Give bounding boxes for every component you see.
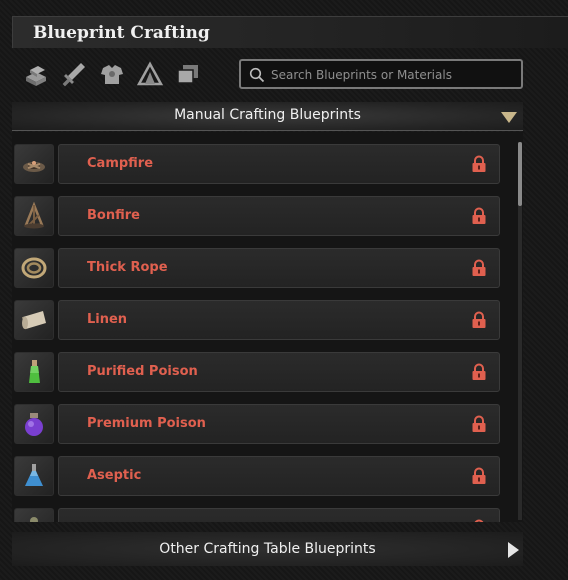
search-input[interactable] (269, 63, 519, 87)
lock-icon (472, 415, 486, 432)
blueprint-item-name: Campfire (87, 156, 154, 171)
armor-icon[interactable] (96, 58, 128, 90)
blueprint-item-purified-poison[interactable]: Purified Poison (14, 352, 504, 392)
rope-icon (14, 248, 54, 288)
expand-arrow-icon[interactable] (508, 542, 519, 558)
manual-crafting-section-label: Manual Crafting Blueprints (174, 107, 361, 123)
linen-icon (14, 300, 54, 340)
structures-icon[interactable] (172, 58, 204, 90)
premium-poison-icon (14, 404, 54, 444)
blueprint-item-name: Linen (87, 312, 128, 327)
item-icon (14, 508, 54, 522)
bonfire-icon (14, 196, 54, 236)
tent-icon[interactable] (134, 58, 166, 90)
aseptic-icon (14, 456, 54, 496)
purified-poison-icon (14, 352, 54, 392)
search-icon (249, 67, 265, 83)
blueprint-item-bar[interactable]: Aseptic (58, 456, 500, 496)
weapons-icon[interactable] (58, 58, 90, 90)
lock-icon (472, 207, 486, 224)
blueprint-item-name: Premium Poison (87, 416, 206, 431)
scrollbar-thumb[interactable] (518, 142, 522, 206)
blueprint-item-aseptic[interactable]: Aseptic (14, 456, 504, 496)
materials-icon[interactable] (20, 58, 52, 90)
blueprint-item-bar[interactable]: Bonfire (58, 196, 500, 236)
lock-icon (472, 311, 486, 328)
blueprint-item-campfire[interactable]: Campfire (14, 144, 504, 184)
search-box[interactable] (239, 59, 523, 89)
blueprint-item-partial[interactable] (14, 508, 504, 522)
blueprint-item-premium-poison[interactable]: Premium Poison (14, 404, 504, 444)
blueprint-item-bar[interactable]: Premium Poison (58, 404, 500, 444)
blueprint-item-thick-rope[interactable]: Thick Rope (14, 248, 504, 288)
blueprint-item-bar[interactable] (58, 508, 500, 522)
lock-icon (472, 259, 486, 276)
category-filter-bar (20, 58, 204, 92)
blueprint-item-bar[interactable]: Campfire (58, 144, 500, 184)
blueprint-item-name: Thick Rope (87, 260, 168, 275)
lock-icon (472, 155, 486, 172)
campfire-icon (14, 144, 54, 184)
blueprint-item-bar[interactable]: Linen (58, 300, 500, 340)
blueprint-item-name: Purified Poison (87, 364, 198, 379)
collapse-arrow-icon[interactable] (501, 112, 517, 123)
other-crafting-section-label: Other Crafting Table Blueprints (159, 541, 376, 557)
blueprint-item-linen[interactable]: Linen (14, 300, 504, 340)
blueprint-item-bar[interactable]: Purified Poison (58, 352, 500, 392)
lock-icon (472, 467, 486, 484)
other-crafting-section-header[interactable]: Other Crafting Table Blueprints (12, 532, 523, 566)
manual-crafting-section-header[interactable]: Manual Crafting Blueprints (12, 102, 523, 131)
list-scrollbar[interactable] (518, 142, 522, 520)
blueprint-item-name: Bonfire (87, 208, 140, 223)
lock-icon (474, 519, 484, 522)
blueprint-item-bonfire[interactable]: Bonfire (14, 196, 504, 236)
blueprint-list[interactable]: Campfire Bonfire Thick Rope Linen Purifi… (12, 132, 523, 522)
blueprint-item-name: Aseptic (87, 468, 142, 483)
window-title: Blueprint Crafting (33, 23, 210, 43)
lock-icon (472, 363, 486, 380)
window-title-bar: Blueprint Crafting (12, 16, 568, 48)
blueprint-item-bar[interactable]: Thick Rope (58, 248, 500, 288)
